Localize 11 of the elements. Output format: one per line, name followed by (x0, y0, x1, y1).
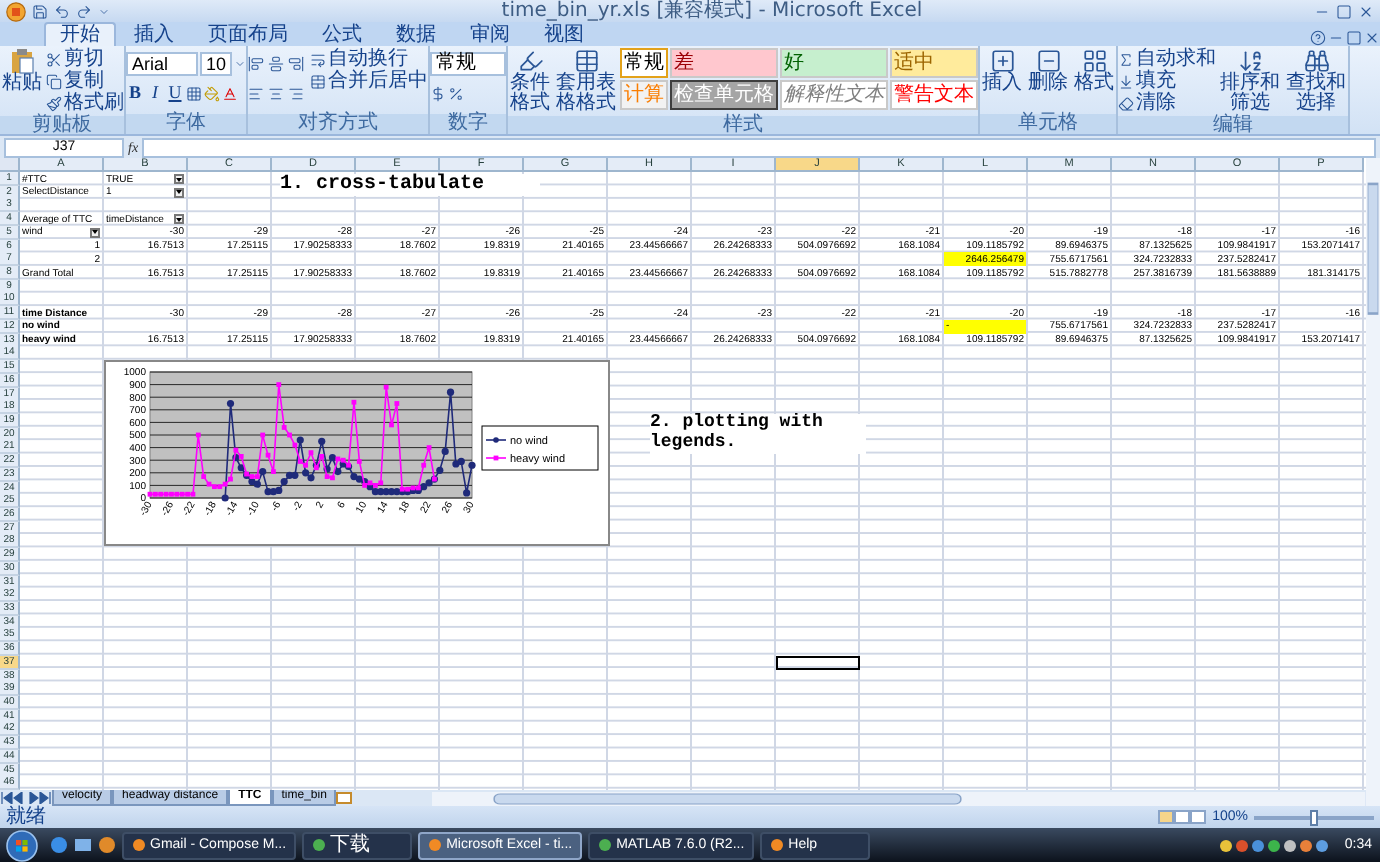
group-label: 字体 (126, 114, 246, 134)
group-label: 样式 (508, 116, 978, 134)
group-label: 数字 (430, 114, 506, 134)
group-label: 编辑 (1118, 116, 1348, 134)
group-label: 对齐方式 (248, 114, 428, 134)
group-label: 单元格 (980, 114, 1116, 134)
annotation-text: 2. plotting with legends. (650, 413, 866, 454)
taskbar-label: 下载 (330, 833, 371, 857)
group-label: 剪贴板 (0, 116, 124, 134)
status-text: 就绪 (6, 806, 46, 828)
annotation-text: 1. cross-tabulate (280, 173, 540, 196)
